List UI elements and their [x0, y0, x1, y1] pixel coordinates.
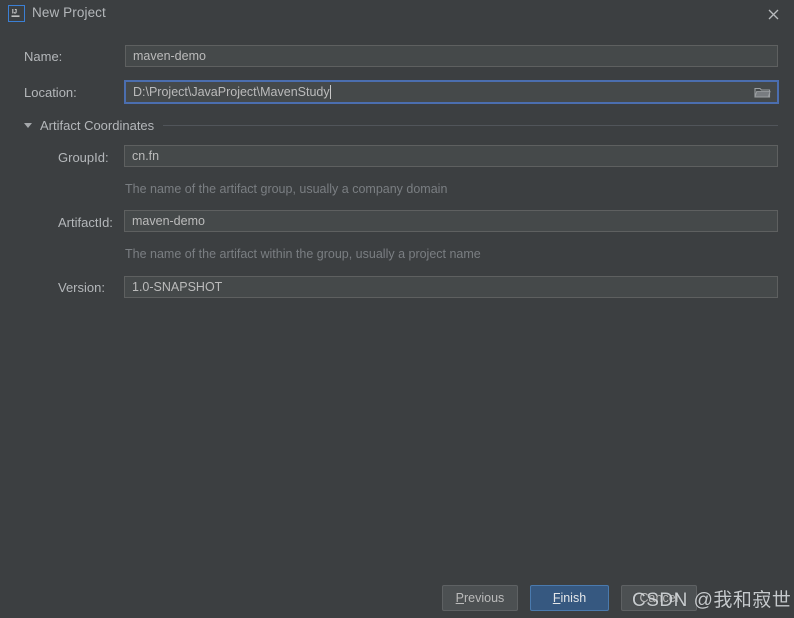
artifactid-input-value: maven-demo [132, 213, 205, 228]
groupid-input[interactable]: cn.fn [124, 145, 778, 167]
finish-button-mnemonic: F [552, 591, 561, 605]
new-project-dialog: IJ New Project Name: maven-demo Location… [0, 0, 794, 618]
title-bar: IJ New Project [0, 0, 794, 28]
location-input[interactable]: D:\Project\JavaProject\MavenStudy [124, 80, 779, 104]
intellij-idea-icon: IJ [8, 5, 25, 22]
artifactid-input[interactable]: maven-demo [124, 210, 778, 232]
version-label: Version: [58, 280, 105, 295]
finish-button-label: inish [560, 591, 587, 605]
artifactid-label: ArtifactId: [58, 215, 113, 230]
artifactid-hint: The name of the artifact within the grou… [125, 247, 481, 261]
artifact-coordinates-title: Artifact Coordinates [40, 117, 155, 133]
finish-button[interactable]: Finish [530, 585, 609, 611]
window-title: New Project [32, 5, 106, 20]
groupid-hint: The name of the artifact group, usually … [125, 182, 448, 196]
location-label: Location: [24, 85, 77, 100]
groupid-input-value: cn.fn [132, 148, 160, 163]
cancel-button-label: Cancel [639, 591, 679, 605]
artifact-coordinates-section-header[interactable]: Artifact Coordinates [24, 116, 778, 134]
cancel-button[interactable]: Cancel [621, 585, 697, 611]
text-caret [329, 85, 331, 99]
location-input-value: D:\Project\JavaProject\MavenStudy [133, 84, 330, 99]
previous-button-mnemonic: P [455, 591, 465, 605]
version-input[interactable]: 1.0-SNAPSHOT [124, 276, 778, 298]
name-label: Name: [24, 49, 63, 64]
name-input-value: maven-demo [133, 48, 206, 63]
chevron-down-icon [24, 122, 32, 128]
svg-text:IJ: IJ [12, 10, 17, 16]
previous-button-label: revious [464, 591, 505, 605]
folder-icon[interactable] [753, 84, 771, 100]
section-divider [163, 124, 778, 126]
groupid-label: GroupId: [58, 150, 109, 165]
close-icon[interactable] [758, 2, 788, 26]
previous-button[interactable]: Previous [442, 585, 518, 611]
version-input-value: 1.0-SNAPSHOT [132, 279, 223, 294]
name-input[interactable]: maven-demo [125, 45, 778, 67]
